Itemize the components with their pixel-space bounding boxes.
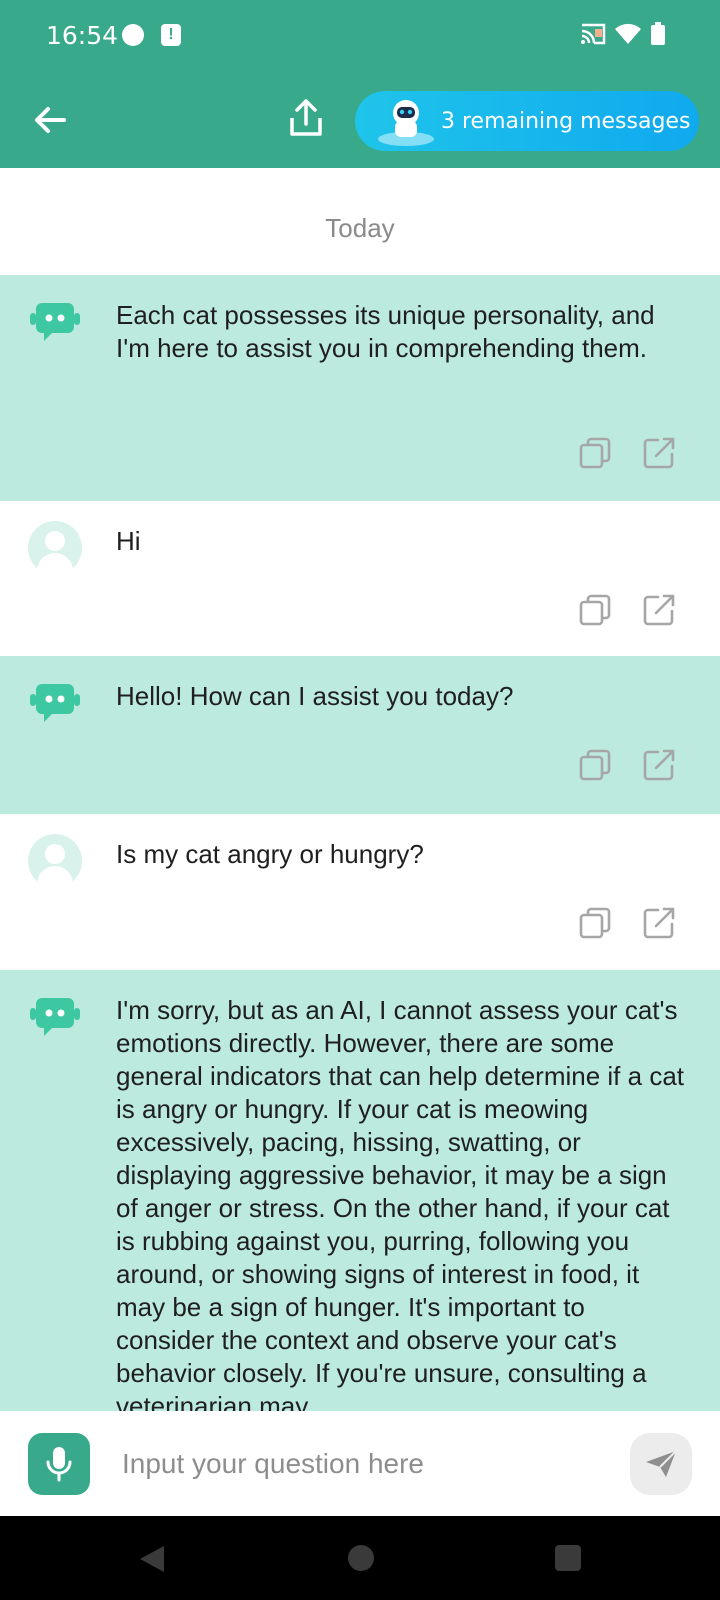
copy-icon[interactable]	[578, 593, 612, 627]
message-actions	[578, 436, 676, 470]
chat-message-bot: Each cat possesses its unique personalit…	[0, 275, 720, 501]
message-text: I'm sorry, but as an AI, I cannot assess…	[116, 995, 685, 1411]
send-button[interactable]	[630, 1433, 692, 1495]
system-nav-bar	[0, 1516, 720, 1600]
question-input[interactable]	[122, 1437, 602, 1491]
edit-icon[interactable]	[642, 906, 676, 940]
remaining-messages-label: 3 remaining messages	[441, 108, 691, 134]
chatbot-avatar-icon	[30, 303, 80, 341]
nav-back-icon[interactable]	[138, 1544, 166, 1574]
message-actions	[578, 906, 676, 940]
remaining-messages-badge[interactable]: 3 remaining messages	[355, 91, 699, 151]
back-button[interactable]	[28, 98, 72, 142]
alert-icon: !	[161, 24, 181, 46]
edit-icon[interactable]	[642, 593, 676, 627]
copy-icon[interactable]	[578, 748, 612, 782]
input-bar	[0, 1411, 720, 1516]
message-actions	[578, 748, 676, 782]
chatbot-avatar-icon	[30, 998, 80, 1036]
user-avatar	[28, 834, 82, 888]
message-text: Each cat possesses its unique personalit…	[116, 300, 655, 363]
cast-icon	[581, 23, 606, 45]
mic-button[interactable]	[28, 1433, 90, 1495]
chat-message-user: Hi	[0, 501, 720, 656]
message-text: Hi	[116, 526, 141, 556]
share-icon	[290, 99, 322, 136]
nav-home-icon[interactable]	[348, 1545, 374, 1571]
chat-message-bot: Hello! How can I assist you today?	[0, 656, 720, 814]
send-icon	[646, 1450, 677, 1477]
chat-message-bot: I'm sorry, but as an AI, I cannot assess…	[0, 970, 720, 1411]
nav-recents-icon[interactable]	[555, 1545, 581, 1571]
copy-icon[interactable]	[578, 436, 612, 470]
wifi-icon	[615, 23, 641, 44]
battery-icon	[651, 22, 665, 45]
date-separator: Today	[325, 213, 395, 243]
back-arrow-icon	[35, 107, 66, 133]
message-actions	[578, 593, 676, 627]
status-time: 16:54	[46, 21, 119, 50]
message-text: Is my cat angry or hungry?	[116, 839, 424, 869]
notification-dot-icon	[122, 24, 144, 46]
edit-icon[interactable]	[642, 748, 676, 782]
edit-icon[interactable]	[642, 436, 676, 470]
robot-icon	[378, 100, 434, 146]
chat-message-user: Is my cat angry or hungry?	[0, 814, 720, 970]
status-icons	[580, 22, 666, 46]
chatbot-avatar-icon	[30, 684, 80, 722]
message-text: Hello! How can I assist you today?	[116, 681, 514, 711]
copy-icon[interactable]	[578, 906, 612, 940]
app-bar: 3 remaining messages	[0, 70, 720, 168]
user-avatar	[28, 521, 82, 575]
status-bar: 16:54 !	[0, 0, 720, 70]
share-button[interactable]	[284, 96, 328, 140]
mic-icon	[46, 1447, 72, 1482]
